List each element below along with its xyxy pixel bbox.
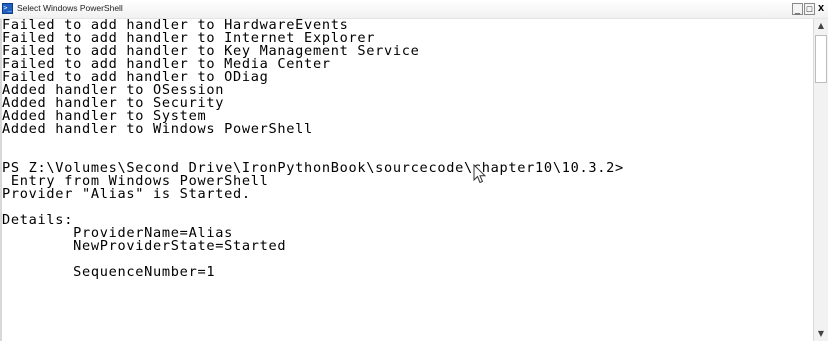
- scroll-thumb[interactable]: [815, 35, 827, 83]
- maximize-button[interactable]: □: [804, 3, 815, 15]
- window-title: Select Windows PowerShell: [17, 3, 123, 13]
- console-output[interactable]: Failed to add handler to HardwareEvents F…: [0, 19, 813, 341]
- console-line: Provider "Alias" is Started.: [2, 186, 251, 202]
- scroll-up-arrow-icon[interactable]: ▲: [814, 19, 828, 33]
- console-line: NewProviderState=Started: [2, 238, 287, 254]
- console-line: Added handler to Windows PowerShell: [2, 121, 313, 137]
- mouse-pointer-icon: [473, 164, 486, 184]
- powershell-window: >_ Select Windows PowerShell _ □ x Faile…: [0, 0, 828, 341]
- title-bar[interactable]: >_ Select Windows PowerShell _ □ x: [0, 0, 828, 19]
- console-line: SequenceNumber=1: [2, 264, 216, 280]
- window-controls: _ □ x: [792, 3, 826, 16]
- scroll-down-arrow-icon[interactable]: ▼: [814, 327, 828, 341]
- minimize-button[interactable]: _: [792, 3, 803, 15]
- vertical-scrollbar[interactable]: ▲ ▼: [813, 19, 828, 341]
- close-button[interactable]: x: [816, 3, 826, 15]
- powershell-icon[interactable]: >_: [2, 3, 13, 14]
- console-lines: Failed to add handler to HardwareEvents F…: [2, 19, 624, 279]
